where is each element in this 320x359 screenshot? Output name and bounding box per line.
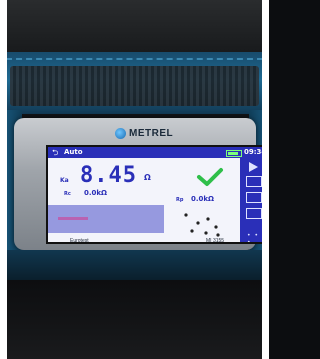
model-number-label: MI 3155 xyxy=(206,238,225,244)
photo-scene: METREL ⮌ Auto 09:34 Ka 8.45 Ω Rc 0.0kΩ R… xyxy=(0,0,269,359)
metrel-logo-icon xyxy=(115,128,126,139)
result-value: 8.45 xyxy=(80,163,137,188)
result-unit: Ω xyxy=(144,173,151,182)
side-menu: • • • xyxy=(240,158,266,242)
sub-result-value-left: 0.0kΩ xyxy=(84,189,108,197)
result-label: Ka xyxy=(60,177,69,184)
instrument-screen[interactable]: ⮌ Auto 09:34 Ka 8.45 Ω Rc 0.0kΩ Rp 0.0kΩ xyxy=(46,145,268,244)
brand-name: METREL xyxy=(129,128,174,139)
model-series-label: Eurotest xyxy=(70,238,89,244)
case-bottom-strap xyxy=(0,250,269,280)
sub-result-label-left: Rc xyxy=(64,191,71,197)
brand-logo: METREL xyxy=(115,128,173,139)
sub-result-label-right: Rp xyxy=(176,197,184,203)
dark-foreground xyxy=(0,280,269,359)
pass-check-icon xyxy=(197,168,223,186)
clock: 09:34 xyxy=(244,148,267,156)
more-options-icon[interactable]: • • • xyxy=(247,232,266,242)
background-wall xyxy=(0,0,269,60)
play-icon[interactable] xyxy=(249,162,258,172)
list-icon[interactable] xyxy=(246,208,262,219)
connection-diagram-icon xyxy=(184,213,220,237)
parameter-highlight xyxy=(58,217,88,220)
screen-title-bar: ⮌ Auto 09:34 xyxy=(48,147,266,158)
save-icon[interactable] xyxy=(246,176,262,187)
document-icon[interactable] xyxy=(246,192,262,203)
case-mesh-pocket xyxy=(10,66,259,106)
battery-icon xyxy=(226,150,242,157)
back-arrow-icon[interactable]: ⮌ xyxy=(52,147,58,158)
strap-stitching xyxy=(6,58,263,60)
test-name: Auto xyxy=(64,148,83,156)
sub-result-value-right: 0.0kΩ xyxy=(191,195,215,203)
